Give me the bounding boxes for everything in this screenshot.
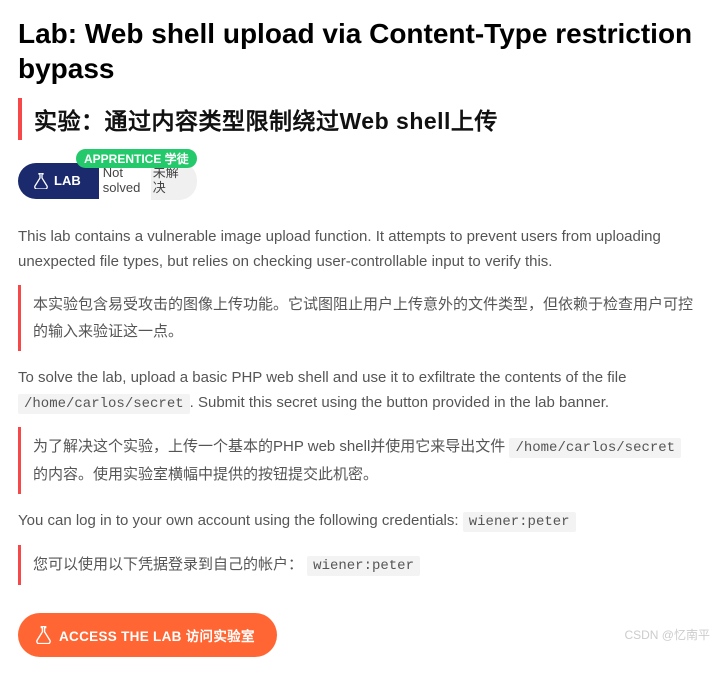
intro-cn: 本实验包含易受攻击的图像上传功能。它试图阻止用户上传意外的文件类型，但依赖于检查…: [18, 285, 710, 351]
creds-cn: 您可以使用以下凭据登录到自己的帐户： wiener:peter: [18, 545, 710, 585]
access-lab-label: ACCESS THE LAB 访问实验室: [59, 625, 255, 645]
page-title-cn: 实验：通过内容类型限制绕过Web shell上传: [18, 98, 710, 140]
solve-cn-b: 的内容。使用实验室横幅中提供的按钮提交此机密。: [33, 466, 378, 483]
solve-en: To solve the lab, upload a basic PHP web…: [18, 365, 710, 417]
solve-cn: 为了解决这个实验，上传一个基本的PHP web shell并使用它来导出文件 /…: [18, 427, 710, 494]
intro-en: This lab contains a vulnerable image upl…: [18, 224, 710, 275]
secret-path-code-cn: /home/carlos/secret: [509, 438, 681, 458]
solve-cn-a: 为了解决这个实验，上传一个基本的PHP web shell并使用它来导出文件: [33, 438, 509, 455]
page-title: Lab: Web shell upload via Content-Type r…: [18, 16, 710, 86]
lab-pill-label: LAB: [54, 173, 81, 188]
flask-icon: [36, 626, 51, 644]
flask-icon: [34, 173, 48, 189]
status-row: APPRENTICE 学徒 LAB Not solved 未解决: [18, 162, 710, 200]
creds-cn-text: 您可以使用以下凭据登录到自己的帐户：: [33, 556, 307, 573]
secret-path-code: /home/carlos/secret: [18, 394, 190, 414]
access-lab-button[interactable]: ACCESS THE LAB 访问实验室: [18, 613, 277, 657]
creds-en-text: You can log in to your own account using…: [18, 512, 463, 529]
solve-en-b: . Submit this secret using the button pr…: [190, 394, 609, 411]
solve-en-a: To solve the lab, upload a basic PHP web…: [18, 369, 626, 386]
creds-code-cn: wiener:peter: [307, 556, 420, 576]
apprentice-badge: APPRENTICE 学徒: [76, 149, 197, 168]
lab-pill: APPRENTICE 学徒 LAB: [18, 163, 99, 199]
creds-code: wiener:peter: [463, 512, 576, 532]
creds-en: You can log in to your own account using…: [18, 508, 710, 535]
watermark: CSDN @忆南平: [624, 626, 710, 643]
